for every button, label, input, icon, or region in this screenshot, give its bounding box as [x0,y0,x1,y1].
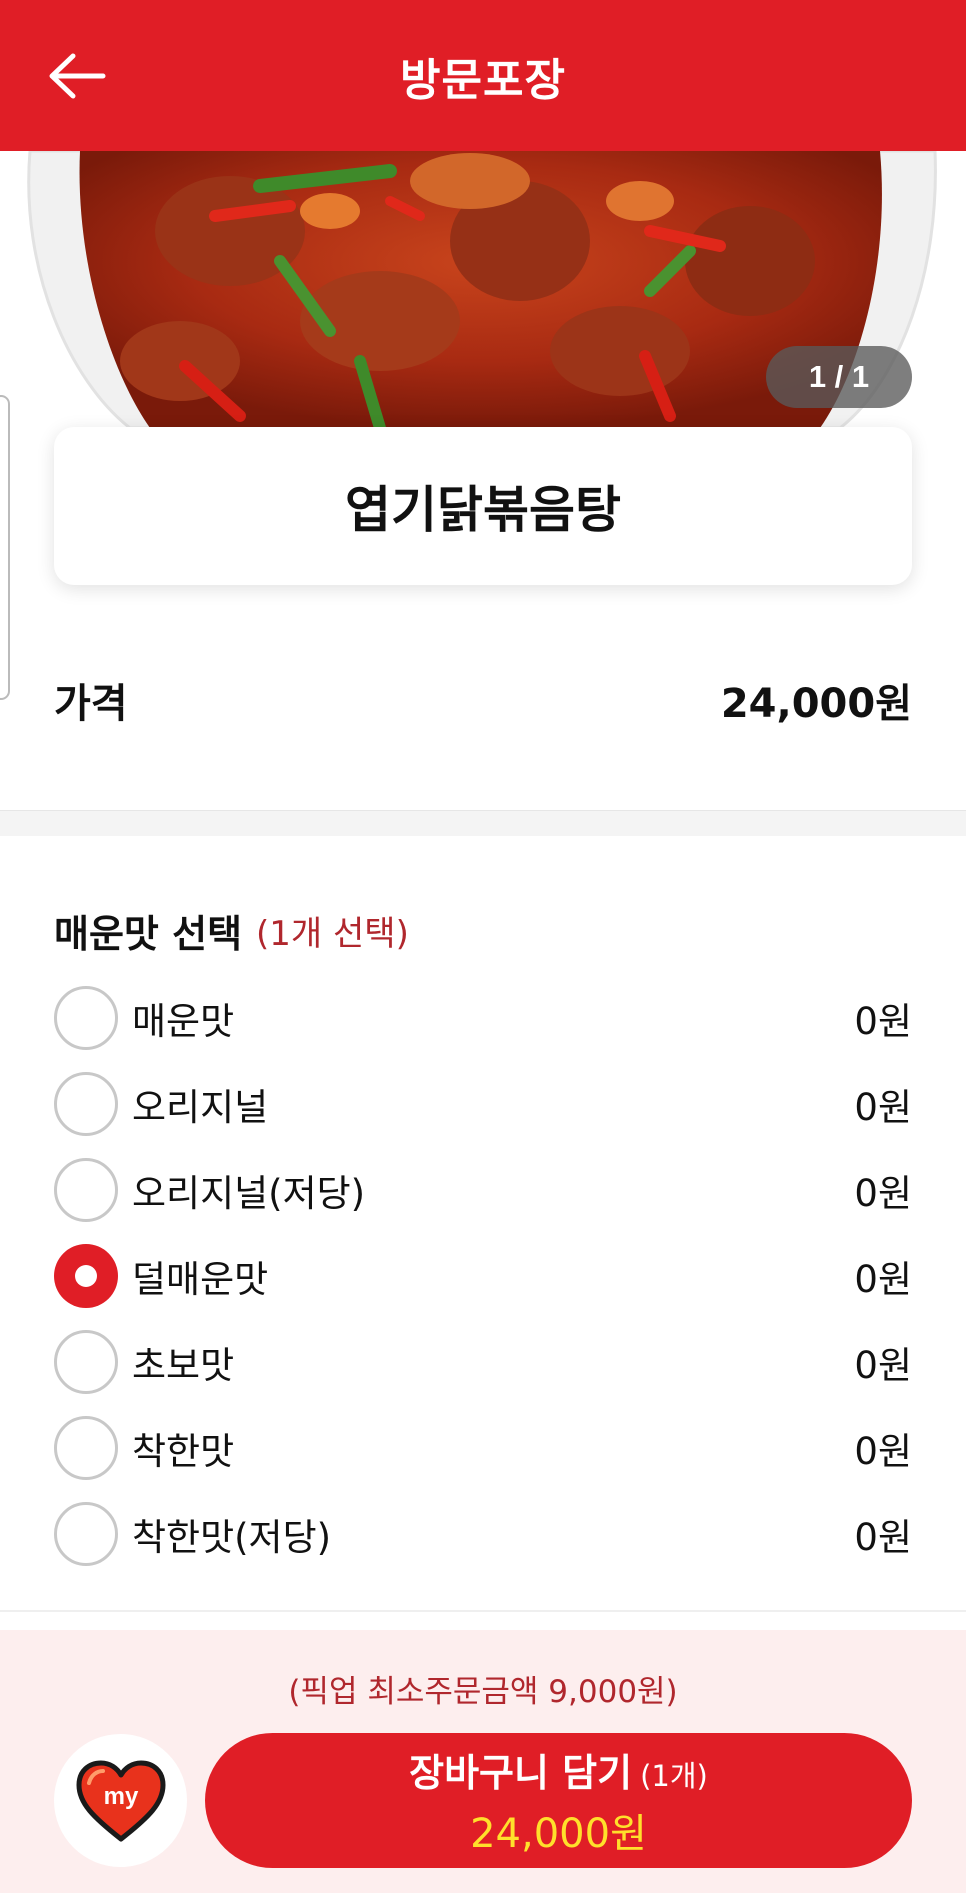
option-item-original-low-sugar[interactable]: 오리지널(저당) 0원 [54,1147,912,1233]
option-item-less-spicy[interactable]: 덜매운맛 0원 [54,1233,912,1319]
section-divider [0,1610,966,1612]
option-label: 초보맛 [132,1344,235,1387]
svg-text:my: my [103,1783,138,1810]
back-button[interactable] [44,46,110,106]
bottom-order-bar: (픽업 최소주문금액 9,000원) my 장바구니 담기 (1개) 24,00… [0,1630,966,1893]
radio-button-selected[interactable] [54,1244,118,1308]
option-group-title: 매운맛 선택 [54,911,243,956]
option-price: 0원 [854,1086,912,1129]
option-price: 0원 [854,1000,912,1043]
option-item-spicy[interactable]: 매운맛 0원 [54,975,912,1061]
product-image-carousel[interactable]: 1 / 1 [0,151,966,428]
radio-button[interactable] [54,1502,118,1566]
price-value: 24,000원 [720,681,912,727]
option-item-mild-low-sugar[interactable]: 착한맛(저당) 0원 [54,1491,912,1577]
option-item-original[interactable]: 오리지널 0원 [54,1061,912,1147]
arrow-left-icon [49,53,106,99]
option-item-mild[interactable]: 착한맛 0원 [54,1405,912,1491]
radio-button[interactable] [54,1330,118,1394]
side-handle[interactable] [0,395,10,700]
image-counter: 1 / 1 [766,346,912,408]
product-name-card: 엽기닭볶음탕 [54,427,912,585]
cart-button-line: 장바구니 담기 (1개) [409,1742,708,1797]
option-label: 오리지널 [132,1086,269,1129]
cart-item-count: (1개) [640,1759,708,1793]
cart-button-label: 장바구니 담기 [409,1751,633,1795]
page-title: 방문포장 [400,54,566,106]
option-price: 0원 [854,1258,912,1301]
min-order-notice: (픽업 최소주문금액 9,000원) [288,1674,678,1710]
option-label: 매운맛 [132,1000,235,1043]
option-price: 0원 [854,1344,912,1387]
radio-button[interactable] [54,1072,118,1136]
option-label: 덜매운맛 [132,1258,269,1301]
option-price: 0원 [854,1430,912,1473]
option-price: 0원 [854,1516,912,1559]
product-name: 엽기닭볶음탕 [345,481,621,539]
top-app-bar: 방문포장 [0,0,966,151]
price-label: 가격 [54,681,128,727]
option-item-beginner[interactable]: 초보맛 0원 [54,1319,912,1405]
option-price: 0원 [854,1172,912,1215]
price-row: 가격 24,000원 [54,665,912,735]
radio-button[interactable] [54,986,118,1050]
cart-total-price: 24,000원 [470,1811,647,1857]
option-label: 착한맛(저당) [132,1516,332,1559]
option-group-subtitle: (1개 선택) [256,913,409,954]
section-divider [0,810,966,836]
my-favorites-button[interactable]: my [54,1734,187,1867]
option-group-header: 매운맛 선택 (1개 선택) [54,900,409,960]
spice-options-list: 매운맛 0원 오리지널 0원 오리지널(저당) 0원 덜매운맛 0원 초보맛 0… [54,975,912,1577]
option-label: 오리지널(저당) [132,1172,366,1215]
radio-button[interactable] [54,1158,118,1222]
add-to-cart-button[interactable]: 장바구니 담기 (1개) 24,000원 [205,1733,912,1868]
radio-button[interactable] [54,1416,118,1480]
heart-my-icon: my [76,1760,165,1841]
option-label: 착한맛 [132,1430,235,1473]
